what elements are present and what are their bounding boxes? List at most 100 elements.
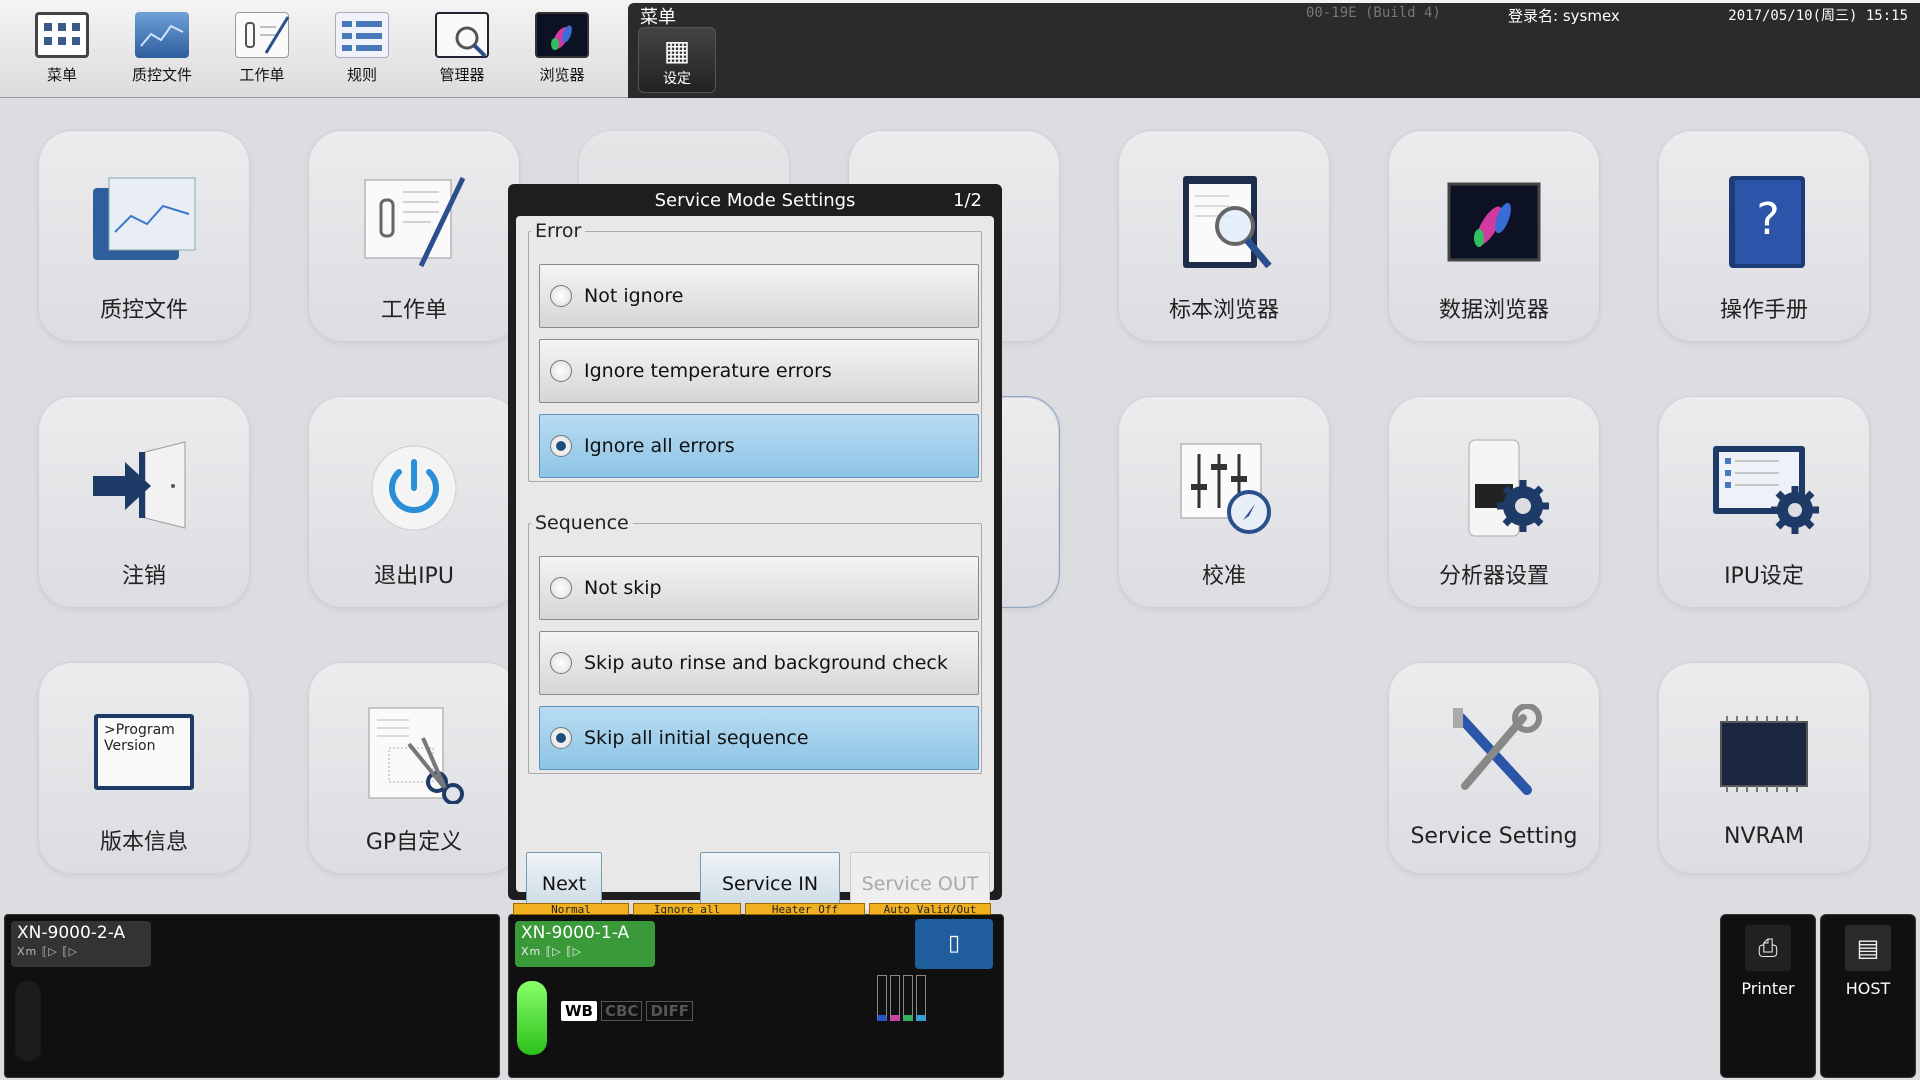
warn-label-ignore-all: Ignore all bbox=[633, 903, 741, 915]
logout-icon bbox=[89, 438, 199, 538]
tile-label: Service Setting bbox=[1410, 824, 1578, 849]
host-button[interactable]: ▤ HOST bbox=[1820, 914, 1916, 1078]
analyzer-panel-2[interactable]: XN-9000-2-A Xm ⟦▷ ⟦▷ bbox=[4, 914, 500, 1078]
option-label: Ignore all errors bbox=[584, 435, 735, 457]
analyzer-sub-status: Xm ⟦▷ ⟦▷ bbox=[17, 945, 79, 958]
analyzer-settings-icon bbox=[1439, 438, 1549, 538]
error-group-legend: Error bbox=[535, 220, 582, 242]
printer-button[interactable]: ⎙ Printer bbox=[1720, 914, 1816, 1078]
tile-label: IPU设定 bbox=[1724, 564, 1804, 589]
mode-cbc: CBC bbox=[600, 1001, 643, 1021]
toolbar-browser-button[interactable]: 浏览器 bbox=[516, 12, 608, 92]
analyzer-status-bar: XN-9000-2-A Xm ⟦▷ ⟦▷ Normal Ignore all H… bbox=[0, 903, 1920, 1080]
analyzer-active-tab-icon[interactable]: ▯ bbox=[915, 919, 993, 969]
tile-label: 数据浏览器 bbox=[1438, 298, 1549, 323]
tile-sample-browser[interactable]: 标本浏览器 bbox=[1118, 130, 1330, 342]
tile-data-browser[interactable]: 数据浏览器 bbox=[1388, 130, 1600, 342]
tile-logout[interactable]: 注销 bbox=[38, 396, 250, 608]
tile-label: GP自定义 bbox=[365, 830, 463, 855]
host-label: HOST bbox=[1845, 979, 1891, 998]
warn-label-auto-valid: Auto Valid/Out bbox=[869, 903, 991, 915]
service-tools-icon bbox=[1439, 703, 1549, 804]
tile-label: 校准 bbox=[1201, 564, 1246, 589]
qc-file-icon bbox=[135, 12, 189, 58]
sequence-option-not-skip[interactable]: Not skip bbox=[539, 556, 979, 620]
toolbar-qc-file-label: 质控文件 bbox=[131, 66, 192, 84]
worklist-icon bbox=[359, 172, 469, 272]
tile-qc-file[interactable]: 质控文件 bbox=[38, 130, 250, 342]
radio-selected-icon bbox=[550, 435, 572, 457]
sequence-option-skip-rinse[interactable]: Skip auto rinse and background check bbox=[539, 631, 979, 695]
error-option-not-ignore[interactable]: Not ignore bbox=[539, 264, 979, 328]
power-icon bbox=[359, 438, 469, 538]
dialog-body: Error Not ignore Ignore temperature erro… bbox=[516, 216, 994, 916]
error-option-ignore-all[interactable]: Ignore all errors bbox=[539, 414, 979, 478]
nvram-chip-icon bbox=[1709, 704, 1819, 804]
tile-nvram[interactable]: NVRAM bbox=[1658, 662, 1870, 874]
dialog-page-indicator: 1/2 bbox=[953, 190, 982, 211]
toolbar-qc-file-button[interactable]: 质控文件 bbox=[116, 12, 208, 92]
settings-button[interactable]: ▦ 设定 bbox=[638, 27, 716, 93]
tile-calibration[interactable]: 校准 bbox=[1118, 396, 1330, 608]
reagent-level-icon bbox=[877, 975, 926, 1021]
radio-icon bbox=[550, 285, 572, 307]
tile-label: 标本浏览器 bbox=[1168, 298, 1279, 323]
menu-title: 菜单 bbox=[640, 7, 676, 28]
tile-worklist[interactable]: 工作单 bbox=[308, 130, 520, 342]
dialog-title-bar: Service Mode Settings 1/2 bbox=[516, 184, 994, 218]
gp-custom-icon bbox=[359, 704, 469, 805]
toolbar-rules-label: 规则 bbox=[346, 66, 377, 84]
rules-icon bbox=[335, 12, 389, 58]
tile-gp-custom[interactable]: GP自定义 bbox=[308, 662, 520, 874]
settings-grid-icon: ▦ bbox=[663, 34, 691, 67]
tile-version-info[interactable]: >Program Version 版本信息 bbox=[38, 662, 250, 874]
sequence-option-skip-all[interactable]: Skip all initial sequence bbox=[539, 706, 979, 770]
tile-manual[interactable]: ? 操作手册 bbox=[1658, 130, 1870, 342]
option-label: Not ignore bbox=[584, 285, 684, 307]
analyzer-panel-1[interactable]: Normal Ignore all Heater Off Auto Valid/… bbox=[508, 903, 1004, 1078]
tile-analyzer-settings[interactable]: 分析器设置 bbox=[1388, 396, 1600, 608]
tile-label: 版本信息 bbox=[99, 830, 188, 855]
tube-indicator-green bbox=[517, 981, 547, 1055]
toolbar-worklist-label: 工作单 bbox=[239, 66, 285, 84]
top-toolbar: 菜单 质控文件 工作单 规则 管理器 浏览器 菜单 ▦ 设定 00-19E (B… bbox=[0, 0, 1920, 98]
tile-label: 操作手册 bbox=[1719, 298, 1808, 323]
toolbar-rules-button[interactable]: 规则 bbox=[316, 12, 408, 92]
tile-ipu-settings[interactable]: IPU设定 bbox=[1658, 396, 1870, 608]
version-icon-text: >Program Version bbox=[94, 714, 194, 790]
worklist-icon bbox=[235, 12, 290, 58]
tile-label: 质控文件 bbox=[99, 298, 188, 323]
toolbar-manager-label: 管理器 bbox=[439, 66, 485, 84]
printer-icon: ⎙ bbox=[1745, 925, 1791, 971]
option-label: Not skip bbox=[584, 577, 662, 599]
version-icon: >Program Version bbox=[89, 714, 199, 814]
error-option-ignore-temperature[interactable]: Ignore temperature errors bbox=[539, 339, 979, 403]
tile-exit-ipu[interactable]: 退出IPU bbox=[308, 396, 520, 608]
tube-indicator-empty bbox=[15, 981, 41, 1061]
tile-service-setting[interactable]: Service Setting bbox=[1388, 662, 1600, 874]
analyzer-name: XN-9000-2-A bbox=[17, 923, 126, 943]
error-group: Error Not ignore Ignore temperature erro… bbox=[528, 220, 982, 482]
build-version: 00-19E (Build 4) bbox=[1306, 5, 1441, 21]
service-mode-dialog: Service Mode Settings 1/2 Error Not igno… bbox=[508, 184, 1002, 916]
analyzer-name-badge: XN-9000-1-A Xm ⟦▷ ⟦▷ bbox=[515, 921, 655, 967]
toolbar-browser-label: 浏览器 bbox=[539, 66, 585, 84]
calibration-icon bbox=[1169, 438, 1279, 538]
warn-label-normal: Normal bbox=[513, 903, 629, 915]
qc-file-icon bbox=[89, 172, 199, 272]
toolbar-menu-label: 菜单 bbox=[46, 66, 77, 84]
menu-panel: 菜单 ▦ 设定 00-19E (Build 4) 登录名: sysmex 201… bbox=[628, 3, 1920, 98]
dialog-title: Service Mode Settings bbox=[654, 190, 856, 211]
toolbar-manager-button[interactable]: 管理器 bbox=[416, 12, 508, 92]
option-label: Skip all initial sequence bbox=[584, 727, 809, 749]
mode-diff: DIFF bbox=[646, 1001, 693, 1021]
printer-label: Printer bbox=[1741, 979, 1795, 998]
tile-label: NVRAM bbox=[1724, 824, 1804, 849]
radio-icon bbox=[550, 652, 572, 674]
toolbar-worklist-button[interactable]: 工作单 bbox=[216, 12, 308, 92]
sequence-group: Sequence Not skip Skip auto rinse and ba… bbox=[528, 512, 982, 774]
svg-text:?: ? bbox=[1756, 194, 1779, 245]
date-time: 2017/05/10(周三) 15:15 bbox=[1728, 8, 1908, 24]
manager-icon bbox=[435, 12, 489, 58]
toolbar-menu-button[interactable]: 菜单 bbox=[16, 12, 108, 92]
